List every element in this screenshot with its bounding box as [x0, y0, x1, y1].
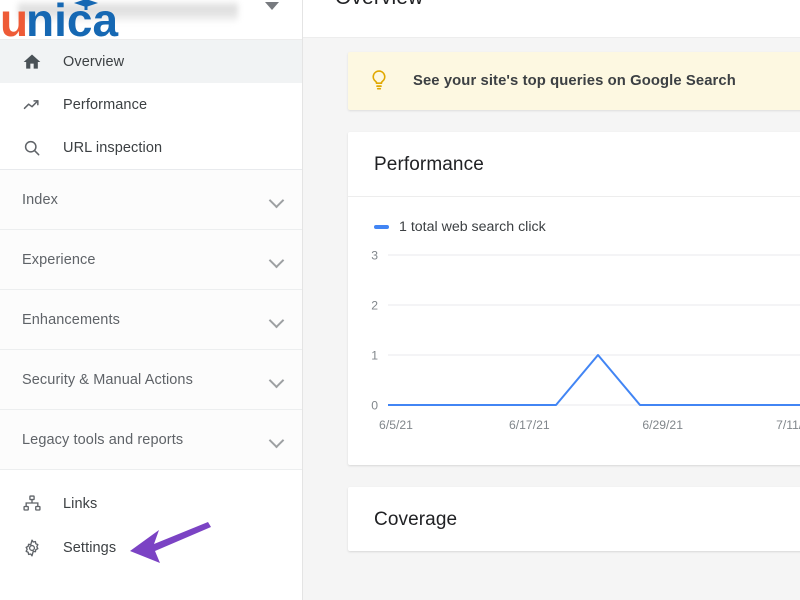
- secondary-nav: Links Settings: [0, 470, 302, 570]
- search-icon: [22, 137, 48, 159]
- primary-nav: Overview Performance U: [0, 40, 302, 169]
- sidebar-item-settings[interactable]: Settings: [0, 526, 302, 570]
- sidebar-item-performance[interactable]: Performance: [0, 83, 302, 126]
- sidebar-section-security-manual-actions[interactable]: Security & Manual Actions: [0, 350, 302, 410]
- sidebar: Overview Performance U: [0, 0, 303, 600]
- main-content: Overview See your site's top queries on …: [303, 0, 800, 600]
- sidebar-item-label: Links: [63, 496, 97, 512]
- section-label: Index: [22, 192, 270, 208]
- sidebar-item-overview[interactable]: Overview: [0, 40, 302, 83]
- home-icon: [22, 51, 48, 73]
- chart-plot-area: 0 1 2 3 6/5/21 6/17/21 6/29/21 7/11/21: [348, 197, 800, 465]
- svg-text:2: 2: [371, 299, 378, 313]
- sidebar-item-url-inspection[interactable]: URL inspection: [0, 126, 302, 169]
- sidebar-section-enhancements[interactable]: Enhancements: [0, 290, 302, 350]
- chevron-down-icon[interactable]: [270, 195, 284, 204]
- section-label: Legacy tools and reports: [22, 432, 270, 448]
- section-label: Experience: [22, 252, 270, 268]
- sidebar-section-index[interactable]: Index: [0, 170, 302, 230]
- performance-card: Performance 1 total web search click 012…: [348, 132, 800, 465]
- search-console-overview-page: Overview Performance U: [0, 0, 800, 600]
- sitemap-icon: [22, 493, 48, 515]
- section-label: Security & Manual Actions: [22, 372, 270, 388]
- chevron-down-icon[interactable]: [270, 315, 284, 324]
- page-header: Overview: [303, 0, 800, 38]
- chevron-down-icon[interactable]: [270, 255, 284, 264]
- svg-text:0: 0: [371, 399, 378, 413]
- page-title: Overview: [335, 0, 423, 10]
- collapsible-sections: Index Experience Enhancements Security &…: [0, 170, 302, 470]
- chevron-down-icon[interactable]: [270, 375, 284, 384]
- gear-icon: [22, 537, 48, 559]
- sidebar-item-links[interactable]: Links: [0, 482, 302, 526]
- sidebar-item-label: Settings: [63, 540, 116, 556]
- card-title: Performance: [348, 132, 800, 196]
- sidebar-item-label: Overview: [63, 54, 124, 70]
- svg-text:6/17/21: 6/17/21: [509, 418, 550, 432]
- svg-text:3: 3: [371, 249, 378, 263]
- svg-text:6/29/21: 6/29/21: [642, 418, 683, 432]
- property-name-blurred: [18, 0, 238, 22]
- trending-up-icon: [22, 94, 48, 116]
- top-queries-banner[interactable]: See your site's top queries on Google Se…: [348, 52, 800, 110]
- sidebar-item-label: URL inspection: [63, 140, 162, 156]
- chevron-down-icon[interactable]: [265, 2, 279, 10]
- banner-text: See your site's top queries on Google Se…: [413, 73, 736, 89]
- svg-text:6/5/21: 6/5/21: [379, 418, 413, 432]
- section-label: Enhancements: [22, 312, 270, 328]
- svg-text:7/11/21: 7/11/21: [776, 418, 800, 432]
- lightbulb-icon: [368, 68, 390, 94]
- performance-chart: 1 total web search click 01236/5/216/17/…: [348, 197, 800, 465]
- coverage-card: Coverage: [348, 487, 800, 551]
- sidebar-section-experience[interactable]: Experience: [0, 230, 302, 290]
- card-title: Coverage: [348, 487, 800, 551]
- svg-text:1: 1: [371, 349, 378, 363]
- sidebar-section-legacy-tools[interactable]: Legacy tools and reports: [0, 410, 302, 470]
- property-selector[interactable]: [0, 0, 302, 40]
- chevron-down-icon[interactable]: [270, 435, 284, 444]
- sidebar-item-label: Performance: [63, 97, 147, 113]
